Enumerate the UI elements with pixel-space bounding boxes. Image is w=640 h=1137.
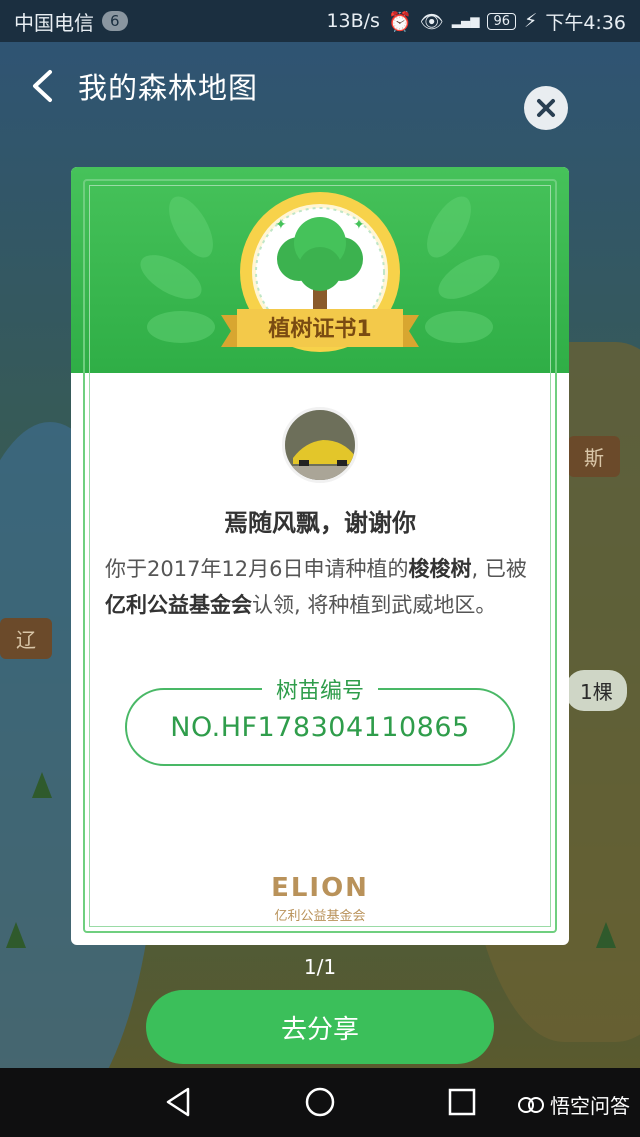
logo-sub: 亿利公益基金会 [274, 909, 366, 924]
eye-icon: 👁 [419, 10, 444, 33]
status-bar: 中国电信 6 13B/s ⏰ 👁 ▂▄▆ 96 ⚡ 下午4:36 [0, 0, 640, 42]
clock: 下午4:36 [545, 11, 626, 34]
map-tree-icon [6, 922, 26, 948]
close-button[interactable] [524, 86, 568, 130]
avatar [282, 407, 358, 483]
certificate-description: 你于2017年12月6日申请种植的梭梭树, 已被亿利公益基金会认领, 将种植到武… [105, 551, 537, 623]
page-indicator: 1/1 [303, 955, 337, 979]
wukong-logo-icon [518, 1096, 544, 1113]
back-button[interactable] [14, 58, 70, 114]
desc-mid: , 已被 [471, 557, 527, 581]
map-tree-icon [32, 772, 52, 798]
seedling-code: NO.HF178304110865 [170, 711, 470, 743]
battery-icon: 96 [487, 12, 516, 30]
tree-name: 梭梭树 [408, 557, 472, 581]
share-button[interactable]: 去分享 [146, 990, 494, 1064]
desc-prefix: 你于2017年12月6日申请种植的 [105, 557, 409, 581]
foundation-name: 亿利公益基金会 [105, 593, 252, 617]
watermark-text: 悟空问答 [550, 1094, 630, 1118]
close-icon [537, 99, 555, 117]
certificate-title: 植树证书1 [268, 317, 372, 342]
map-sign-left: 辽 [0, 618, 52, 659]
recents-square-icon[interactable] [444, 1084, 480, 1120]
logo-brand: ELION [271, 873, 369, 903]
signal-icon: ▂▄▆ [451, 14, 480, 28]
username: 焉随风飘，谢谢你 [224, 509, 416, 537]
desc-suffix: 认领, 将种植到武威地区。 [252, 593, 497, 617]
map-sign-right: 斯 [568, 436, 620, 477]
watermark: 悟空问答 [518, 1090, 630, 1119]
page-title: 我的森林地图 [78, 71, 259, 105]
svg-text:✦: ✦ [275, 217, 287, 233]
carrier-badge: 6 [102, 11, 128, 31]
back-arrow-icon [33, 70, 52, 102]
back-triangle-icon[interactable] [160, 1084, 196, 1120]
charging-icon: ⚡ [523, 10, 538, 32]
network-speed: 13B/s [326, 10, 380, 32]
home-circle-icon[interactable] [302, 1084, 338, 1120]
elion-logo: ELION 亿利公益基金会 [71, 873, 569, 924]
tree-count-pill: 1棵 [566, 670, 627, 711]
alarm-icon: ⏰ [387, 10, 412, 33]
seedling-code-label: 树苗编号 [261, 679, 378, 704]
tree-certificate-card: ✦ ✦ 植树证书1 焉随风飘，谢谢你 你于2017年12月6日申请种植的梭梭树,… [71, 167, 569, 945]
carrier-label: 中国电信 [14, 10, 94, 35]
svg-text:✦: ✦ [353, 217, 365, 233]
seedling-code-label-wrap: 树苗编号 [71, 673, 569, 705]
map-tree-icon [596, 922, 616, 948]
